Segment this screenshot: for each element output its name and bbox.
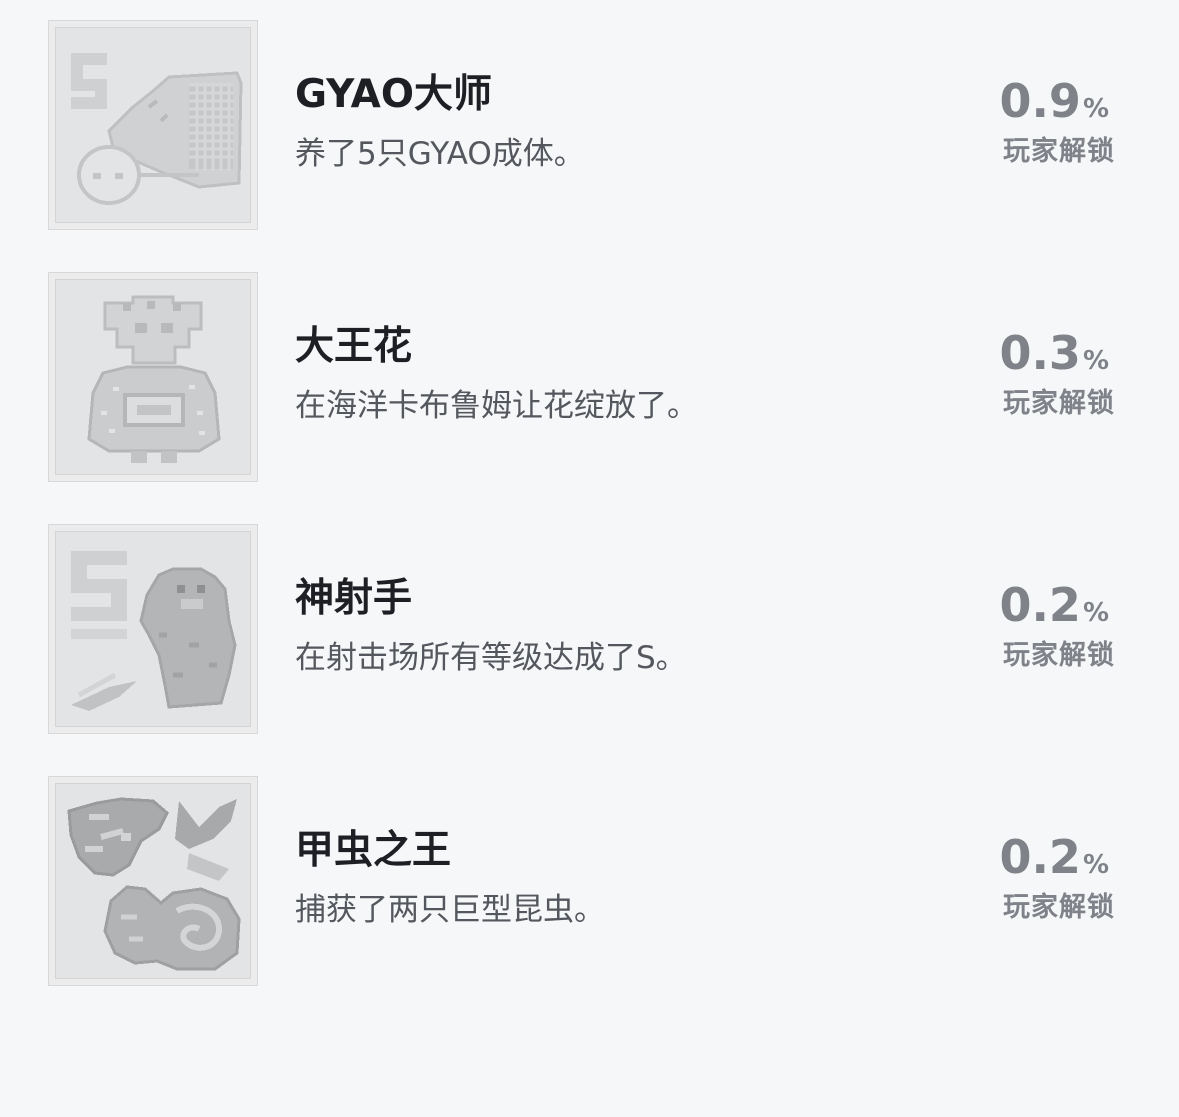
percent-value: 0.3 (999, 326, 1081, 380)
achievement-title: GYAO大师 (295, 72, 492, 117)
percent-sign: % (1082, 94, 1109, 124)
percent-value: 0.2 (999, 830, 1081, 884)
beetle-king-icon (48, 776, 258, 986)
unlock-label: 玩家解锁 (1003, 640, 1115, 671)
achievement-title: 神射手 (295, 576, 413, 621)
unlock-percentage: 0.2% (999, 578, 1109, 633)
percent-sign: % (1082, 346, 1109, 376)
percent-sign: % (1082, 850, 1109, 880)
achievement-row[interactable]: 大王花 在海洋卡布鲁姆让花绽放了。 0.3% 玩家解锁 (0, 272, 1179, 484)
king-flower-icon (48, 272, 258, 482)
unlock-percentage: 0.3% (999, 326, 1109, 381)
achievement-row[interactable]: GYAO大师 养了5只GYAO成体。 0.9% 玩家解锁 (0, 20, 1179, 232)
achievement-row[interactable]: 神射手 在射击场所有等级达成了S。 0.2% 玩家解锁 (0, 524, 1179, 736)
gyao-master-icon (48, 20, 258, 230)
achievement-row[interactable]: 甲虫之王 捕获了两只巨型昆虫。 0.2% 玩家解锁 (0, 776, 1179, 988)
unlock-label: 玩家解锁 (1003, 136, 1115, 167)
unlock-label: 玩家解锁 (1003, 892, 1115, 923)
achievement-description: 养了5只GYAO成体。 (295, 136, 585, 172)
achievement-description: 捕获了两只巨型昆虫。 (295, 892, 605, 928)
achievement-description: 在射击场所有等级达成了S。 (295, 640, 687, 676)
unlock-percentage: 0.2% (999, 830, 1109, 885)
unlock-label: 玩家解锁 (1003, 388, 1115, 419)
achievement-title: 大王花 (295, 324, 413, 369)
achievement-description: 在海洋卡布鲁姆让花绽放了。 (295, 388, 698, 424)
percent-value: 0.2 (999, 578, 1081, 632)
percent-sign: % (1082, 598, 1109, 628)
achievement-title: 甲虫之王 (295, 828, 452, 873)
percent-value: 0.9 (999, 74, 1081, 128)
sharpshooter-icon (48, 524, 258, 734)
unlock-percentage: 0.9% (999, 74, 1109, 129)
